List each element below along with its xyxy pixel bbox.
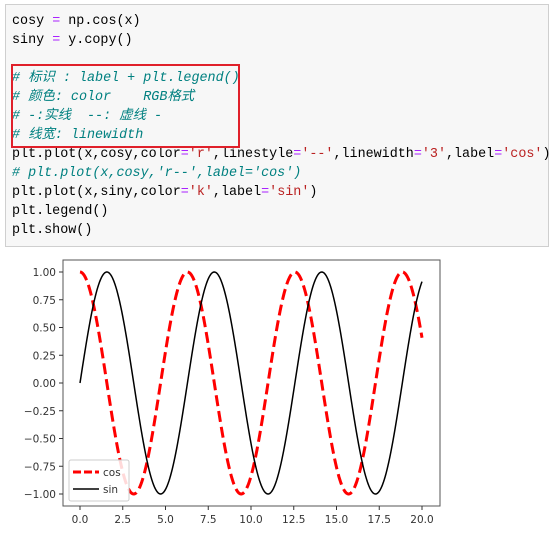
x-tick-label: 5.0 <box>157 514 174 526</box>
code-token: ,linewidth <box>333 147 414 162</box>
code-token: plt.legend() <box>12 204 109 219</box>
code-operator: = <box>180 147 189 162</box>
code-string: '3' <box>421 147 446 162</box>
code-token: plt.plot(x,cosy,color <box>12 147 181 162</box>
code-token: siny <box>12 33 53 48</box>
x-tick-label: 20.0 <box>410 514 433 526</box>
highlight-box <box>11 64 240 148</box>
code-string: 'r' <box>188 147 213 162</box>
code-line: plt.plot(x,siny,color='k',label='sin') <box>12 183 549 202</box>
code-token: ,label <box>445 147 495 162</box>
code-string: '--' <box>301 147 334 162</box>
x-tick-label: 0.0 <box>72 514 89 526</box>
y-tick-label: 0.00 <box>33 378 56 390</box>
x-tick-label: 7.5 <box>200 514 217 526</box>
code-token: np.cos(x) <box>60 14 141 29</box>
code-token: plt.show() <box>12 223 93 238</box>
code-token: plt.plot(x,siny,color <box>12 185 181 200</box>
code-string: 'cos' <box>502 147 543 162</box>
code-string: 'k' <box>188 185 213 200</box>
code-line: # plt.plot(x,cosy,'r--',label='cos') <box>12 164 549 183</box>
y-tick-label: −0.75 <box>24 461 56 473</box>
x-tick-label: 15.0 <box>325 514 348 526</box>
code-line: siny = y.copy() <box>12 31 549 50</box>
y-tick-label: −0.25 <box>24 406 56 418</box>
y-tick-label: 1.00 <box>33 267 56 279</box>
y-tick-label: 0.75 <box>33 295 56 307</box>
code-token: cosy <box>12 14 53 29</box>
code-cell[interactable]: cosy = np.cos(x) siny = y.copy() # 标识 : la… <box>5 4 549 247</box>
code-token: ,linestyle <box>212 147 294 162</box>
code-operator: = <box>261 185 270 200</box>
code-operator: = <box>180 185 189 200</box>
legend-label-sin: sin <box>103 484 118 496</box>
y-tick-label: 0.25 <box>33 350 56 362</box>
y-tick-label: −1.00 <box>24 489 56 501</box>
code-token: ,label <box>212 185 262 200</box>
legend-label-cos: cos <box>103 467 121 479</box>
code-line: cosy = np.cos(x) <box>12 12 549 31</box>
x-tick-label: 10.0 <box>239 514 262 526</box>
code-line: plt.show() <box>12 221 549 240</box>
y-tick-label: −0.50 <box>24 434 56 446</box>
code-comment: # plt.plot(x,cosy,'r--',label='cos') <box>12 166 302 181</box>
x-tick-label: 17.5 <box>368 514 391 526</box>
line-chart: 0.0 2.5 5.0 7.5 10.0 12.5 15.0 17.5 20.0 1.00 0.75… <box>24 259 441 526</box>
code-token: ) <box>309 185 318 200</box>
y-tick-label: 0.50 <box>33 323 56 335</box>
x-tick-label: 2.5 <box>114 514 131 526</box>
code-string: 'sin' <box>269 185 310 200</box>
code-line: plt.legend() <box>12 202 549 221</box>
x-tick-label: 12.5 <box>282 514 305 526</box>
code-operator: = <box>413 147 422 162</box>
code-token: y.copy() <box>60 33 133 48</box>
code-token: ) <box>542 147 549 162</box>
